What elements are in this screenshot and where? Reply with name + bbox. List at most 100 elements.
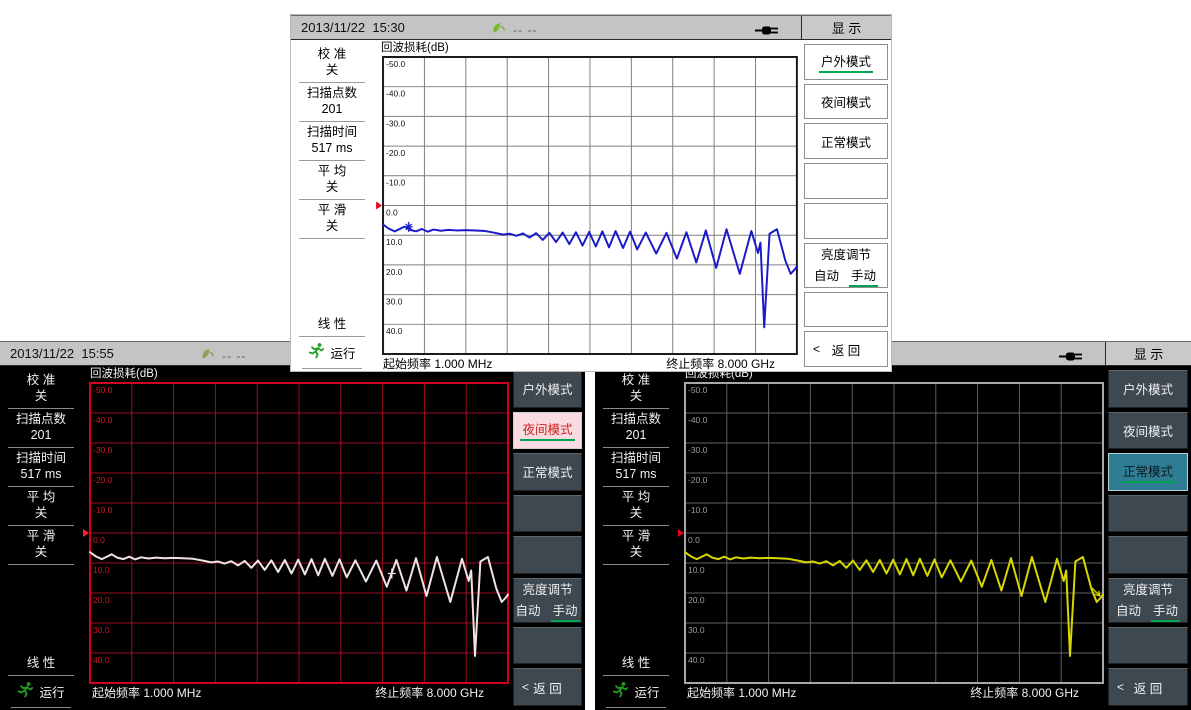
sidebar-item-sweep-points: 扫描点数201 (291, 85, 373, 124)
empty-softkey[interactable] (804, 292, 888, 328)
empty-softkey[interactable] (1108, 627, 1188, 665)
svg-text:10.0: 10.0 (93, 565, 110, 575)
brightness-auto-option[interactable]: 自动 (515, 600, 540, 622)
svg-text:-10.0: -10.0 (93, 505, 113, 515)
svg-text:40.0: 40.0 (93, 655, 110, 665)
sidebar-item-average: 平 均关 (0, 489, 82, 528)
return-loss-plot: -50.0-40.0-30.0-20.0-10.00.010.020.030.0… (82, 382, 510, 684)
brightness-manual-option[interactable]: 手动 (849, 265, 878, 287)
svg-text:-10.0: -10.0 (688, 505, 708, 515)
brightness-auto-option[interactable]: 自动 (1116, 600, 1141, 622)
outdoor-mode-button[interactable]: 户外模式 (513, 370, 582, 408)
empty-softkey[interactable] (1108, 495, 1188, 533)
night-mode-button[interactable]: 夜间模式 (1108, 412, 1188, 450)
svg-text:-20.0: -20.0 (386, 148, 405, 158)
svg-text:30.0: 30.0 (93, 625, 110, 635)
run-status: 运行 (0, 678, 82, 703)
runner-icon (612, 681, 629, 701)
normal-mode-button[interactable]: 正常模式 (1108, 453, 1188, 491)
datetime-text: 2013/11/22 15:55 (10, 346, 114, 361)
sidebar-item-sweep-time: 扫描时间517 ms (595, 450, 677, 489)
chart-title: 回波损耗(dB) (373, 41, 801, 56)
run-status: 运行 (291, 339, 373, 364)
svg-text:-10.0: -10.0 (386, 178, 405, 188)
brightness-manual-option[interactable]: 手动 (1151, 600, 1180, 622)
empty-softkey[interactable] (513, 495, 582, 533)
start-frequency-label: 起始频率 1.000 MHz (687, 684, 796, 701)
svg-text:30.0: 30.0 (386, 297, 403, 307)
stop-frequency-label: 终止频率 8.000 GHz (970, 684, 1079, 701)
power-plug-icon (755, 23, 779, 41)
back-button[interactable]: <返 回 (804, 331, 888, 367)
empty-softkey[interactable] (804, 163, 888, 199)
svg-text:-40.0: -40.0 (386, 89, 405, 99)
sidebar-item-calibration: 校 准关 (595, 372, 677, 411)
svg-text:-30.0: -30.0 (93, 445, 113, 455)
brightness-button[interactable]: 亮度调节 自动手动 (804, 243, 888, 288)
softkey-menu: 户外模式 夜间模式 正常模式 亮度调节 自动手动 <返 回 (801, 40, 891, 371)
svg-text:10.0: 10.0 (688, 565, 705, 575)
normal-mode-button[interactable]: 正常模式 (513, 453, 582, 491)
screenshot-collage: 2013/11/22 15:30 -- -- 显 示 校 准关 扫描点数201 … (0, 0, 1191, 710)
empty-softkey[interactable] (513, 627, 582, 665)
gps-status-text: -- -- (222, 349, 246, 363)
chart-area: 回波损耗(dB) -50.0-40.0-30.0-20.0-10.00.010.… (677, 366, 1105, 710)
svg-text:-40.0: -40.0 (688, 415, 708, 425)
sidebar-item-average: 平 均关 (595, 489, 677, 528)
brightness-button[interactable]: 亮度调节 自动手动 (513, 578, 582, 623)
back-arrow-icon: < (813, 342, 820, 356)
svg-text:0.0: 0.0 (386, 207, 398, 217)
empty-softkey[interactable] (804, 203, 888, 239)
menu-title: 显 示 (801, 16, 891, 39)
sidebar-item-linearity: 线 性 (595, 655, 677, 678)
back-button[interactable]: <返 回 (513, 668, 582, 706)
menu-title: 显 示 (1105, 342, 1191, 365)
start-frequency-label: 起始频率 1.000 MHz (383, 355, 492, 372)
return-loss-plot: -50.0-40.0-30.0-20.0-10.00.010.020.030.0… (677, 382, 1105, 684)
svg-text:-30.0: -30.0 (688, 445, 708, 455)
empty-softkey[interactable] (513, 536, 582, 574)
brightness-auto-option[interactable]: 自动 (814, 265, 839, 287)
brightness-button[interactable]: 亮度调节 自动手动 (1108, 578, 1188, 623)
softkey-menu: 户外模式 夜间模式 正常模式 亮度调节 自动手动 <返 回 (1105, 366, 1191, 710)
svg-text:20.0: 20.0 (386, 267, 403, 277)
outdoor-mode-button[interactable]: 户外模式 (804, 44, 888, 80)
status-bar: 2013/11/22 15:30 -- -- 显 示 (291, 15, 891, 40)
night-mode-button[interactable]: 夜间模式 (804, 84, 888, 120)
sidebar-item-sweep-time: 扫描时间517 ms (0, 450, 82, 489)
svg-text:-50.0: -50.0 (688, 385, 708, 395)
svg-text:40.0: 40.0 (386, 326, 403, 336)
brightness-manual-option[interactable]: 手动 (551, 600, 580, 622)
night-mode-button[interactable]: 夜间模式 (513, 412, 582, 450)
runner-icon (17, 681, 34, 701)
sidebar-item-calibration: 校 准关 (291, 46, 373, 85)
normal-mode-button[interactable]: 正常模式 (804, 123, 888, 159)
return-loss-plot: -50.0 -40.0 -30.0 -20.0 -10.0 0.0 10.0 20.0 30.0… (373, 56, 801, 355)
svg-text:0.0: 0.0 (93, 535, 105, 545)
svg-text:-50.0: -50.0 (386, 59, 405, 69)
gps-satellite-icon (491, 20, 506, 39)
back-button[interactable]: <返 回 (1108, 668, 1188, 706)
settings-sidebar: 校 准关 扫描点数201 扫描时间517 ms 平 均关 平 滑关 线 性 运行 (0, 366, 82, 710)
svg-text:40.0: 40.0 (688, 655, 705, 665)
gps-satellite-icon (200, 346, 215, 365)
svg-text:-20.0: -20.0 (688, 475, 708, 485)
sidebar-item-average: 平 均关 (291, 163, 373, 202)
instrument-screen-night-mode: 2013/11/22 15:55 -- -- 显 示 校 准关 扫描点数201 … (0, 341, 585, 710)
svg-text:20.0: 20.0 (93, 595, 110, 605)
sidebar-item-calibration: 校 准关 (0, 372, 82, 411)
svg-text:-30.0: -30.0 (386, 118, 405, 128)
run-status: 运行 (595, 678, 677, 703)
svg-text:30.0: 30.0 (688, 625, 705, 635)
back-arrow-icon: < (1117, 680, 1124, 694)
svg-text:10.0: 10.0 (386, 237, 403, 247)
outdoor-mode-button[interactable]: 户外模式 (1108, 370, 1188, 408)
sidebar-item-sweep-time: 扫描时间517 ms (291, 124, 373, 163)
svg-text:-40.0: -40.0 (93, 415, 113, 425)
empty-softkey[interactable] (1108, 536, 1188, 574)
stop-frequency-label: 终止频率 8.000 GHz (375, 684, 484, 701)
sidebar-item-linearity: 线 性 (0, 655, 82, 678)
datetime-text: 2013/11/22 15:30 (301, 20, 405, 35)
settings-sidebar: 校 准关 扫描点数201 扫描时间517 ms 平 均关 平 滑关 线 性 运行 (595, 366, 677, 710)
sidebar-item-linearity: 线 性 (291, 316, 373, 339)
